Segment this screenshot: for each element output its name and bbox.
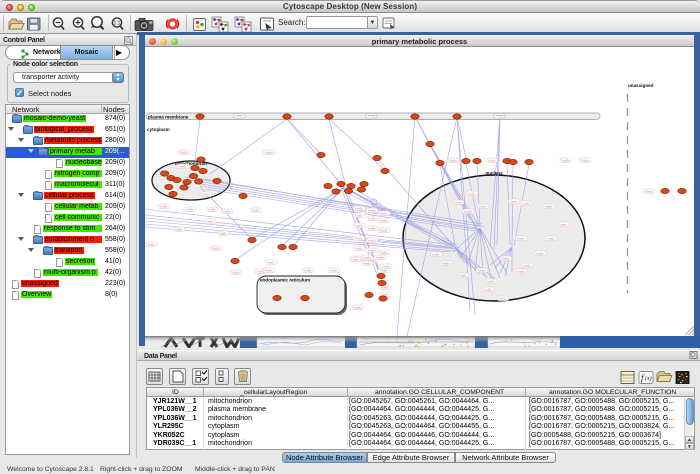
svg-text:Yxx0x: Yxx0x [175,228,184,232]
svg-text:Yxx0x: Yxx0x [559,223,568,227]
svg-text:Yxx0x: Yxx0x [265,269,274,273]
svg-text:Yxx0x: Yxx0x [488,159,497,163]
svg-text:Yxx0x: Yxx0x [223,210,232,214]
svg-text:Yxx0x: Yxx0x [442,262,451,266]
svg-text:Yxx0x: Yxx0x [202,193,211,197]
svg-text:Yxx0x: Yxx0x [265,151,274,155]
svg-text:Yxx0x: Yxx0x [517,270,526,274]
svg-text:Yxx0x: Yxx0x [380,251,389,255]
svg-text:nucleus: nucleus [485,171,503,176]
svg-text:Yxx0x: Yxx0x [355,247,364,251]
svg-text:Yxx0x: Yxx0x [536,252,545,256]
svg-text:Yxx0x: Yxx0x [484,288,493,292]
svg-text:Yxx0x: Yxx0x [502,257,511,261]
svg-text:Yxx0x: Yxx0x [522,202,531,206]
svg-text:Yxx0x: Yxx0x [510,200,519,204]
svg-text:Yxx0x: Yxx0x [363,256,372,260]
svg-text:Yxx0x: Yxx0x [380,269,389,273]
svg-text:Yxx0x: Yxx0x [478,269,487,273]
svg-text:endoplasmic reticulum: endoplasmic reticulum [260,278,310,283]
svg-text:Yxx0x: Yxx0x [147,243,156,247]
svg-text:Yxx0x: Yxx0x [432,253,441,257]
svg-text:Yxx0x: Yxx0x [355,214,364,218]
svg-text:Yxx0x: Yxx0x [355,237,364,241]
svg-text:Yxx0x: Yxx0x [160,205,169,209]
svg-text:Yxx0x: Yxx0x [219,232,228,236]
svg-text:Yxx0x: Yxx0x [363,262,372,266]
svg-text:Yxx0x: Yxx0x [545,205,554,209]
svg-text:Yxx0x: Yxx0x [380,229,389,233]
svg-text:Yxx0x: Yxx0x [645,190,654,194]
svg-text:Yxx0x: Yxx0x [354,306,363,310]
svg-text:Yxx0x: Yxx0x [267,261,276,265]
svg-text:Yxx0x: Yxx0x [351,258,360,262]
svg-text:Yxx0x: Yxx0x [562,159,571,163]
svg-text:Yxx0x: Yxx0x [468,192,477,196]
svg-text:Yxx0x: Yxx0x [368,249,377,253]
svg-text:Yxx0x: Yxx0x [368,239,377,243]
svg-text:Yxx0x: Yxx0x [368,217,377,221]
svg-text:Yxx0x: Yxx0x [368,209,377,213]
svg-text:Yxx0x: Yxx0x [464,210,473,214]
svg-text:cytoplasm: cytoplasm [147,127,170,132]
svg-text:Yxx0x: Yxx0x [304,269,313,273]
svg-text:Yxx0x: Yxx0x [454,201,463,205]
svg-text:Yxx0x: Yxx0x [180,151,189,155]
svg-text:Yxx0x: Yxx0x [330,269,339,273]
svg-text:Yxx0x: Yxx0x [179,165,188,169]
svg-text:Yxx0x: Yxx0x [212,247,221,251]
svg-text:Yxx0x: Yxx0x [547,237,556,241]
svg-text:(x): (x) [645,375,652,382]
svg-text:Yxx0x: Yxx0x [449,159,458,163]
svg-text:Yxx0x: Yxx0x [523,264,532,268]
svg-text:Yxx0x: Yxx0x [499,297,508,301]
svg-text:Yxx0x: Yxx0x [355,207,364,211]
svg-text:Yxx0x: Yxx0x [208,208,217,212]
svg-text:unassigned: unassigned [628,83,654,88]
svg-text:Yxx0x: Yxx0x [517,237,526,241]
svg-text:Yxx0x: Yxx0x [376,256,385,260]
svg-text:Yxx0x: Yxx0x [479,205,488,209]
svg-text:Yxx0x: Yxx0x [382,265,391,269]
svg-text:Yxx0x: Yxx0x [232,271,241,275]
svg-text:Yxx0x: Yxx0x [459,274,468,278]
svg-text:Yxx0x: Yxx0x [381,286,390,290]
svg-text:Yxx0x: Yxx0x [380,212,389,216]
svg-text:Yxx0x: Yxx0x [355,224,364,228]
svg-text:Yxx0x: Yxx0x [186,208,195,212]
svg-text:Yxx0x: Yxx0x [252,209,261,213]
svg-text:Yxx0x: Yxx0x [487,280,496,284]
svg-text:Yxx0x: Yxx0x [581,159,590,163]
svg-text:plasma membrane: plasma membrane [148,115,189,120]
svg-text:1:1: 1:1 [114,21,121,27]
svg-text:Yxx0x: Yxx0x [380,219,389,223]
svg-text:Yxx0x: Yxx0x [206,220,215,224]
svg-text:f: f [641,373,645,383]
svg-text:Yxx0x: Yxx0x [368,227,377,231]
